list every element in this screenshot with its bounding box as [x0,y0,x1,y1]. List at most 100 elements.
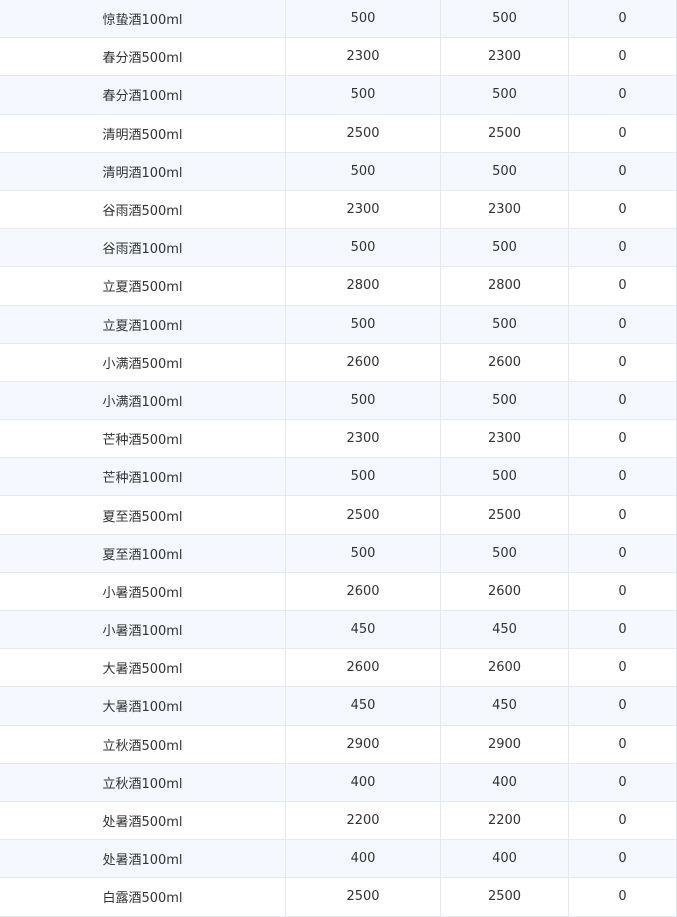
product-name-cell: 芒种酒500ml [0,420,286,458]
product-name-cell: 大暑酒100ml [0,687,286,725]
product-name-cell: 清明酒100ml [0,152,286,190]
quantity-cell: 2500 [286,878,441,916]
quantity-cell: 500 [286,0,441,38]
quantity-cell: 2200 [441,801,569,840]
difference-cell: 0 [618,545,627,561]
difference-cell: 0 [618,49,627,65]
product-name-cell: 春分酒500ml [0,38,286,76]
quantity-cell: 500 [286,76,441,114]
table-row[interactable]: 清明酒100ml 500 500 0 [0,152,676,191]
difference-cell: 0 [618,736,627,752]
difference-cell: 0 [618,698,627,714]
table-row[interactable]: 夏至酒500ml 2500 2500 0 [0,496,676,535]
quantity-cell: 500 [441,76,569,114]
product-name-cell: 大暑酒500ml [0,649,286,687]
quantity-cell: 2600 [286,343,441,381]
quantity-cell: 500 [441,381,569,420]
table-row[interactable]: 小暑酒500ml 2600 2600 0 [0,572,676,611]
table-row[interactable]: 谷雨酒100ml 500 500 0 [0,229,676,268]
table-row[interactable]: 夏至酒100ml 500 500 0 [0,534,676,573]
table-row[interactable]: 芒种酒100ml 500 500 0 [0,458,676,497]
quantity-cell: 2200 [286,801,441,840]
quantity-cell: 450 [286,687,441,725]
difference-cell: 0 [618,813,627,829]
difference-cell: 0 [618,240,627,256]
quantity-cell: 2600 [441,649,569,687]
quantity-cell: 450 [441,687,569,725]
difference-cell: 0 [618,431,627,447]
quantity-cell: 2500 [441,114,569,152]
quantity-cell: 400 [286,840,441,878]
difference-cell: 0 [618,469,627,485]
table-row[interactable]: 立秋酒500ml 2900 2900 0 [0,725,676,764]
difference-cell: 0 [618,354,627,370]
product-name-cell: 谷雨酒100ml [0,229,286,267]
product-name-cell: 夏至酒500ml [0,496,286,534]
quantity-cell: 500 [441,0,569,38]
table-row[interactable]: 大暑酒500ml 2600 2600 0 [0,649,676,688]
difference-cell: 0 [618,278,627,294]
difference-cell: 0 [618,774,627,790]
product-name-cell: 小满酒100ml [0,381,286,420]
quantity-cell: 2300 [441,190,569,229]
quantity-cell: 2600 [286,572,441,610]
quantity-cell: 2500 [286,114,441,152]
quantity-cell: 500 [286,381,441,420]
product-name-cell: 立秋酒500ml [0,725,286,763]
table-row[interactable]: 立夏酒500ml 2800 2800 0 [0,267,676,306]
quantity-cell: 2800 [441,267,569,305]
product-name-cell: 处暑酒500ml [0,801,286,840]
quantity-cell: 2500 [441,878,569,916]
table-row[interactable]: 小暑酒100ml 450 450 0 [0,611,676,650]
quantity-cell: 2300 [286,190,441,229]
quantity-cell: 2300 [441,38,569,76]
table-row[interactable]: 谷雨酒500ml 2300 2300 0 [0,190,676,230]
quantity-cell: 500 [286,229,441,267]
difference-cell: 0 [618,202,627,218]
product-name-cell: 惊蛰酒100ml [0,0,286,38]
quantity-cell: 2600 [286,649,441,687]
product-name-cell: 清明酒500ml [0,114,286,152]
quantity-cell: 400 [286,763,441,801]
product-name-cell: 小暑酒500ml [0,572,286,610]
difference-cell: 0 [618,622,627,638]
table-row[interactable]: 惊蛰酒100ml 500 500 0 [0,0,676,39]
table-row[interactable]: 大暑酒100ml 450 450 0 [0,687,676,726]
table-row[interactable]: 小满酒500ml 2600 2600 0 [0,343,676,382]
table-row[interactable]: 处暑酒100ml 400 400 0 [0,840,676,879]
quantity-cell: 500 [286,534,441,572]
product-name-cell: 芒种酒100ml [0,458,286,496]
difference-cell: 0 [618,851,627,867]
quantity-cell: 2300 [286,38,441,76]
difference-cell: 0 [618,583,627,599]
quantity-cell: 2300 [286,420,441,458]
difference-cell: 0 [618,660,627,676]
quantity-cell: 2900 [286,725,441,763]
table-row[interactable]: 芒种酒500ml 2300 2300 0 [0,420,676,459]
product-name-cell: 谷雨酒500ml [0,190,286,229]
quantity-cell: 500 [441,458,569,496]
product-name-cell: 立夏酒500ml [0,267,286,305]
quantity-cell: 450 [441,611,569,649]
table-row[interactable]: 春分酒100ml 500 500 0 [0,76,676,115]
table-row[interactable]: 处暑酒500ml 2200 2200 0 [0,801,676,841]
table-row[interactable]: 立夏酒100ml 500 500 0 [0,305,676,344]
quantity-cell: 2500 [441,496,569,534]
difference-cell: 0 [618,163,627,179]
data-table: 惊蛰酒100ml 500 500 0 春分酒500ml 2300 2300 0 … [0,0,677,917]
table-row[interactable]: 立秋酒100ml 400 400 0 [0,763,676,802]
product-name-cell: 夏至酒100ml [0,534,286,572]
product-name-cell: 小暑酒100ml [0,611,286,649]
product-name-cell: 立秋酒100ml [0,763,286,801]
product-name-cell: 立夏酒100ml [0,305,286,343]
difference-cell: 0 [618,87,627,103]
difference-cell: 0 [618,507,627,523]
quantity-cell: 450 [286,611,441,649]
table-row[interactable]: 小满酒100ml 500 500 0 [0,381,676,421]
product-name-cell: 春分酒100ml [0,76,286,114]
table-row[interactable]: 春分酒500ml 2300 2300 0 [0,38,676,77]
quantity-cell: 500 [441,152,569,190]
table-row[interactable]: 清明酒500ml 2500 2500 0 [0,114,676,153]
quantity-cell: 2900 [441,725,569,763]
table-row[interactable]: 白露酒500ml 2500 2500 0 [0,878,676,917]
